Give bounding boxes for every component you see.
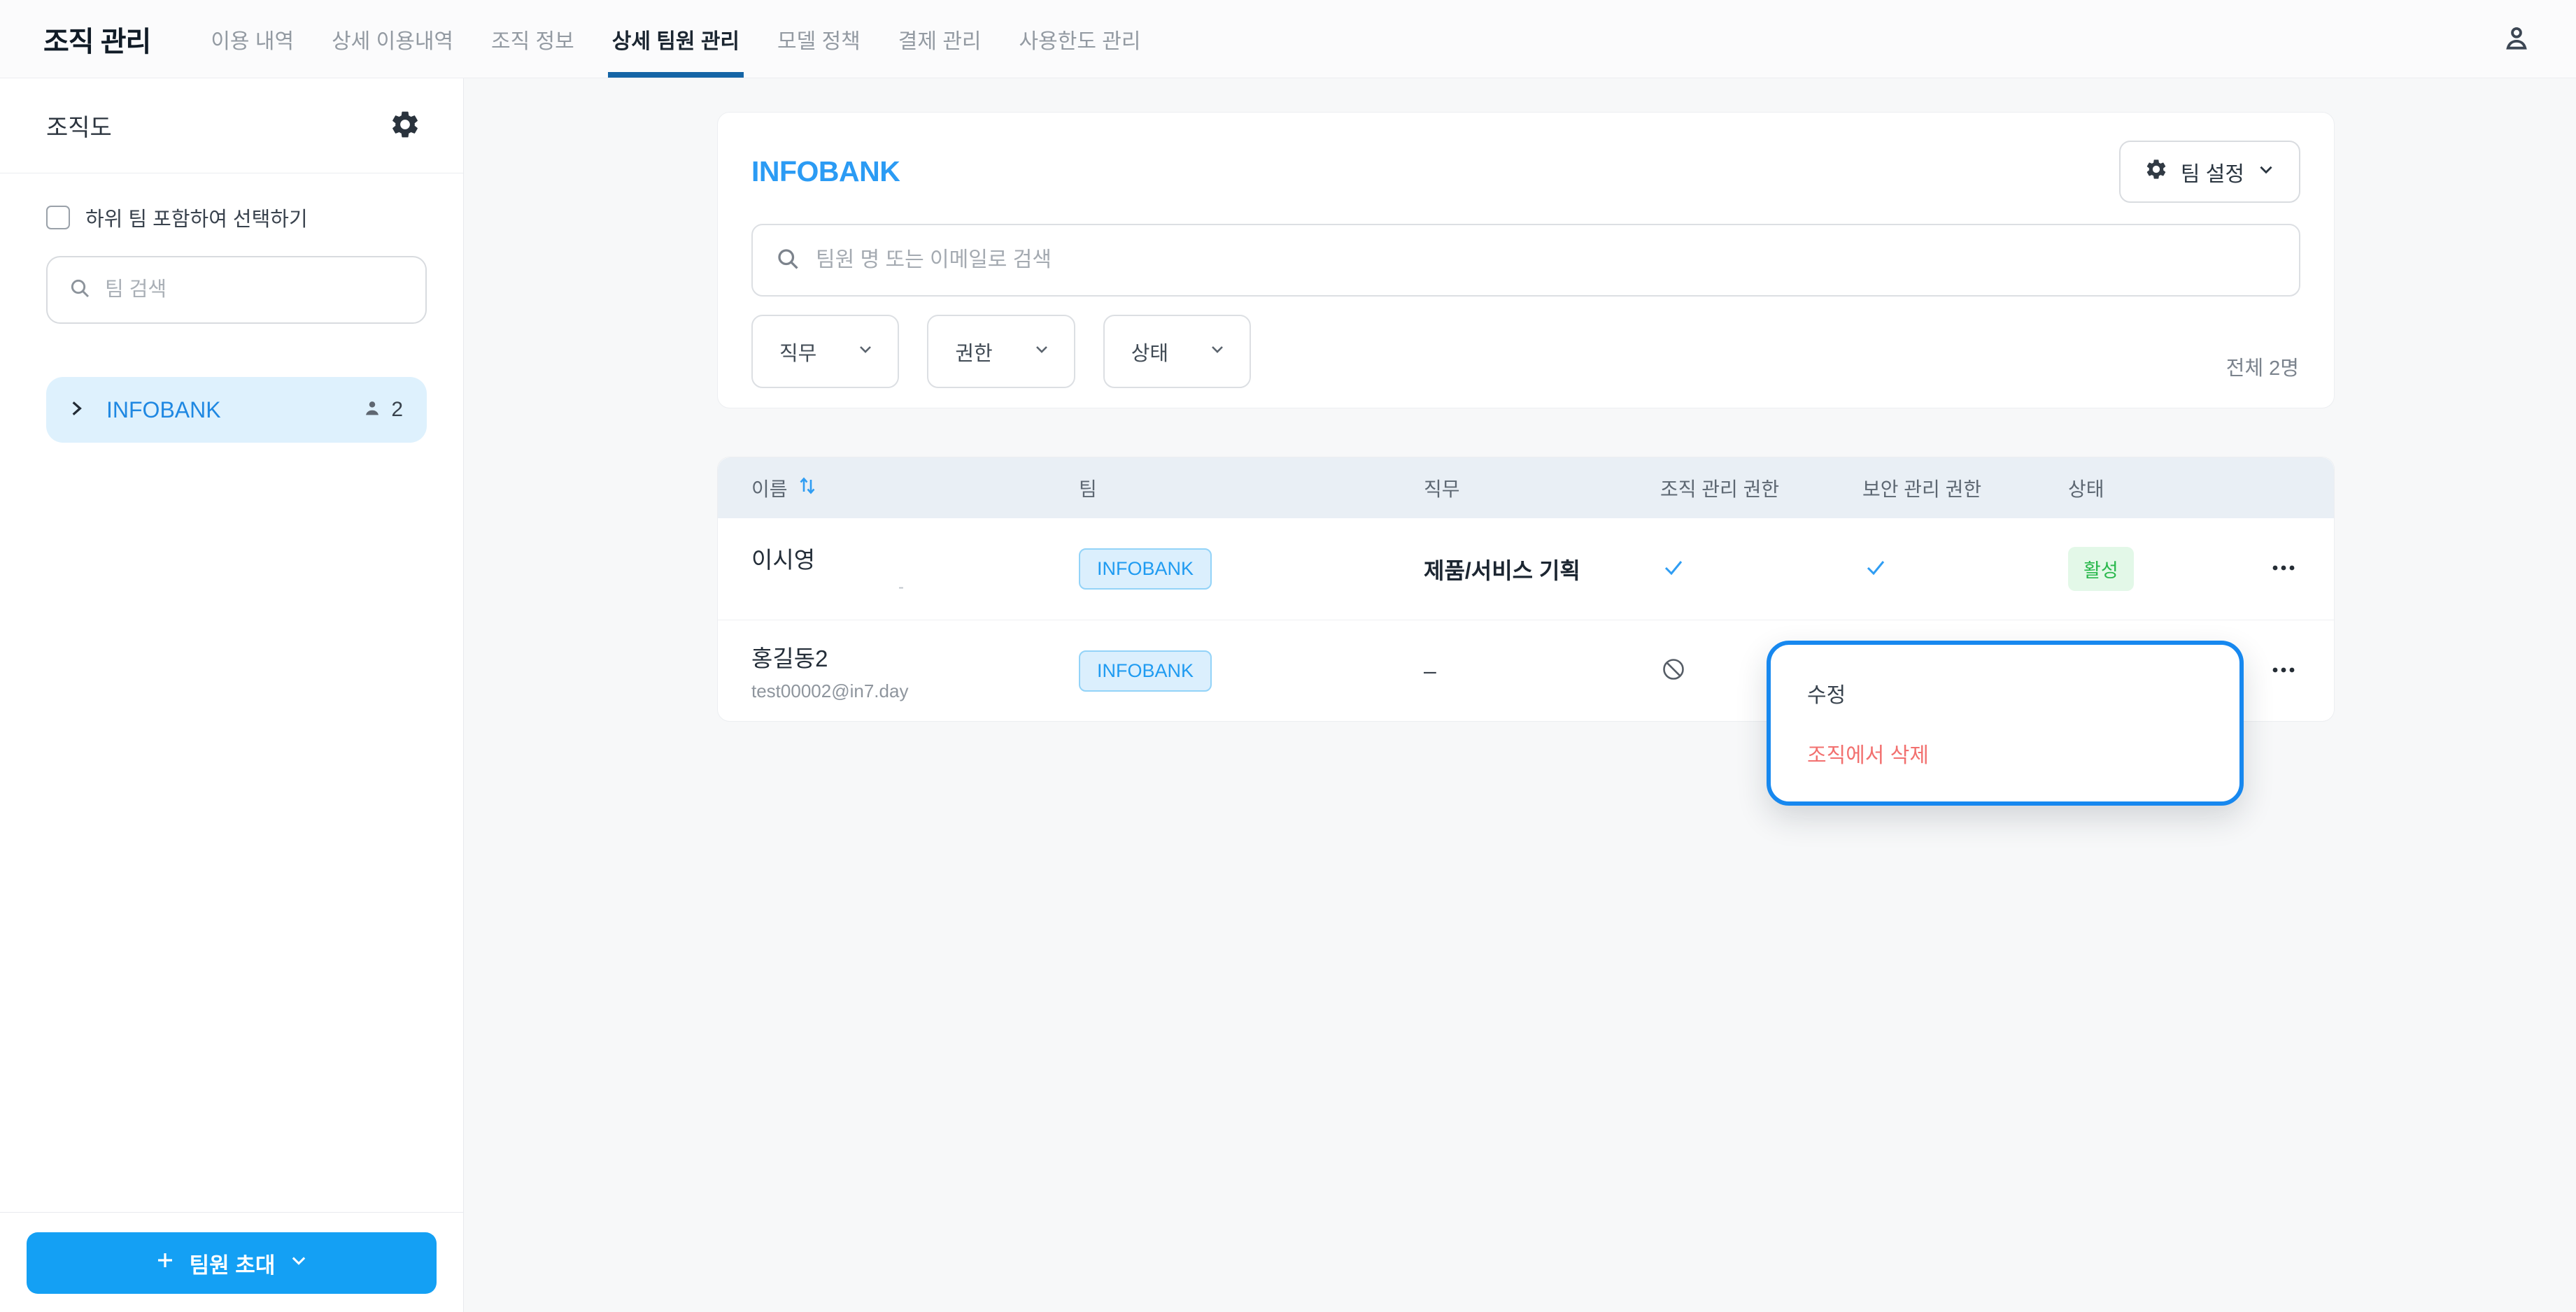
member-email: -: [898, 577, 904, 597]
gear-icon: [389, 108, 421, 143]
row-actions-menu: 수정 조직에서 삭제: [1767, 641, 2244, 806]
team-title: INFOBANK: [751, 155, 900, 187]
tab-detailed-usage[interactable]: 상세 이용내역: [332, 0, 453, 78]
chevron-down-icon: [289, 1250, 309, 1276]
plus-icon: [155, 1250, 176, 1276]
chevron-down-icon: [857, 340, 874, 363]
app-title: 조직 관리: [43, 26, 151, 57]
invite-member-label: 팀원 초대: [189, 1253, 276, 1278]
chevron-down-icon: [1209, 340, 1226, 363]
include-subteams-label: 하위 팀 포함하여 선택하기: [85, 208, 308, 231]
member-name-cell: 이시영 -: [751, 541, 1079, 597]
ellipsis-icon: [2271, 564, 2296, 574]
sidebar-body: 하위 팀 포함하여 선택하기: [0, 173, 463, 324]
menu-item-edit[interactable]: 수정: [1771, 663, 2239, 723]
check-icon: [1862, 561, 1889, 583]
total-member-count: 전체 2명: [2225, 357, 2299, 380]
main-content: INFOBANK 팀 설정 팀원 명 또는 이메일로 검색 직무 권한 상태 전…: [464, 78, 2576, 1312]
ban-icon: [1660, 658, 1687, 685]
member-email: test00002@in7.day: [751, 680, 909, 701]
member-search-box: [751, 224, 2300, 297]
team-badge: INFOBANK: [1079, 650, 1212, 692]
person-icon: [2500, 23, 2533, 55]
filter-row: 직무 권한 상태: [751, 315, 2300, 388]
member-icon: [362, 398, 383, 422]
include-subteams-checkbox[interactable]: [46, 206, 70, 229]
member-table-header: 이름 팀 직무 조직 관리 권한 보안 관리 권한 상태: [718, 457, 2334, 518]
member-search-input[interactable]: [816, 248, 2277, 272]
tab-detailed-member-management[interactable]: 상세 팀원 관리: [607, 0, 744, 78]
member-row: 이시영 - INFOBANK 제품/서비스 기획 활성: [718, 518, 2334, 620]
sidebar-footer: 팀원 초대: [0, 1212, 463, 1312]
member-name: 이시영: [751, 546, 816, 573]
member-role: 제품/서비스 기획: [1424, 557, 1580, 583]
search-icon: [69, 277, 91, 303]
tab-model-policy[interactable]: 모델 정책: [777, 0, 861, 78]
org-tree-sidebar: 조직도 하위 팀 포함하여 선택하기 팀 검색 INFOBANK 2 팀원 초대: [0, 78, 464, 1312]
tab-payment-management[interactable]: 결제 관리: [898, 0, 982, 78]
organization-management-app: 조직 관리 이용 내역 상세 이용내역 조직 정보 상세 팀원 관리 모델 정책…: [0, 0, 2576, 1312]
column-header-name[interactable]: 이름: [751, 474, 1079, 502]
team-settings-label: 팀 설정: [2180, 162, 2244, 186]
check-icon: [1660, 561, 1687, 583]
search-icon: [775, 246, 800, 275]
member-count-value: 2: [391, 398, 403, 421]
top-tabs: 이용 내역 상세 이용내역 조직 정보 상세 팀원 관리 모델 정책 결제 관리…: [211, 0, 1140, 78]
ellipsis-icon: [2271, 666, 2296, 676]
team-badge: INFOBANK: [1079, 548, 1212, 590]
filter-role-label: 직무: [779, 342, 817, 365]
filter-role-dropdown[interactable]: 직무: [751, 315, 900, 388]
sidebar-title: 조직도: [46, 115, 112, 141]
column-name-label: 이름: [751, 478, 788, 500]
status-badge: 활성: [2068, 547, 2134, 591]
sort-icon[interactable]: [798, 475, 817, 501]
security-admin-granted: [1862, 554, 2068, 584]
tab-usage-history[interactable]: 이용 내역: [211, 0, 294, 78]
team-panel-header: INFOBANK 팀 설정: [718, 113, 2334, 203]
tab-org-info[interactable]: 조직 정보: [491, 0, 574, 78]
chevron-right-icon[interactable]: [67, 399, 85, 421]
team-panel: INFOBANK 팀 설정 팀원 명 또는 이메일로 검색 직무 권한 상태 전…: [717, 112, 2335, 408]
org-settings-button[interactable]: [389, 108, 421, 143]
tab-usage-limit-management[interactable]: 사용한도 관리: [1019, 0, 1141, 78]
member-name: 홍길동2: [751, 645, 828, 671]
member-role: –: [1424, 657, 1436, 683]
user-account-button[interactable]: [2500, 23, 2533, 55]
filter-permission-label: 권한: [955, 342, 993, 365]
org-admin-granted: [1660, 554, 1862, 584]
team-search-box: [46, 256, 427, 324]
chevron-down-icon: [2257, 160, 2275, 184]
row-actions-button[interactable]: [2265, 660, 2302, 682]
column-header-status: 상태: [2068, 478, 2104, 500]
team-name: INFOBANK: [106, 397, 221, 422]
filter-permission-dropdown[interactable]: 권한: [927, 315, 1075, 388]
include-subteams-option[interactable]: 하위 팀 포함하여 선택하기: [46, 203, 427, 232]
team-search-input[interactable]: [105, 278, 404, 301]
team-member-count: 2: [362, 398, 403, 422]
filter-status-label: 상태: [1131, 342, 1169, 365]
team-settings-button[interactable]: 팀 설정: [2118, 141, 2300, 203]
sidebar-header: 조직도: [0, 78, 463, 173]
invite-member-button[interactable]: 팀원 초대: [27, 1232, 437, 1294]
member-name-cell: 홍길동2 test00002@in7.day: [751, 640, 1079, 702]
column-header-security-admin: 보안 관리 권한: [1862, 478, 1982, 500]
filter-status-dropdown[interactable]: 상태: [1103, 315, 1252, 388]
chevron-down-icon: [1033, 340, 1050, 363]
column-header-org-admin: 조직 관리 권한: [1660, 478, 1780, 500]
org-tree-item-infobank[interactable]: INFOBANK 2: [46, 377, 427, 443]
top-navigation-bar: 조직 관리 이용 내역 상세 이용내역 조직 정보 상세 팀원 관리 모델 정책…: [0, 0, 2576, 78]
row-actions-button[interactable]: [2265, 558, 2302, 580]
gear-icon: [2144, 157, 2168, 187]
column-header-role: 직무: [1424, 478, 1460, 500]
menu-item-remove-from-org[interactable]: 조직에서 삭제: [1771, 723, 2239, 783]
column-header-team: 팀: [1079, 478, 1097, 500]
